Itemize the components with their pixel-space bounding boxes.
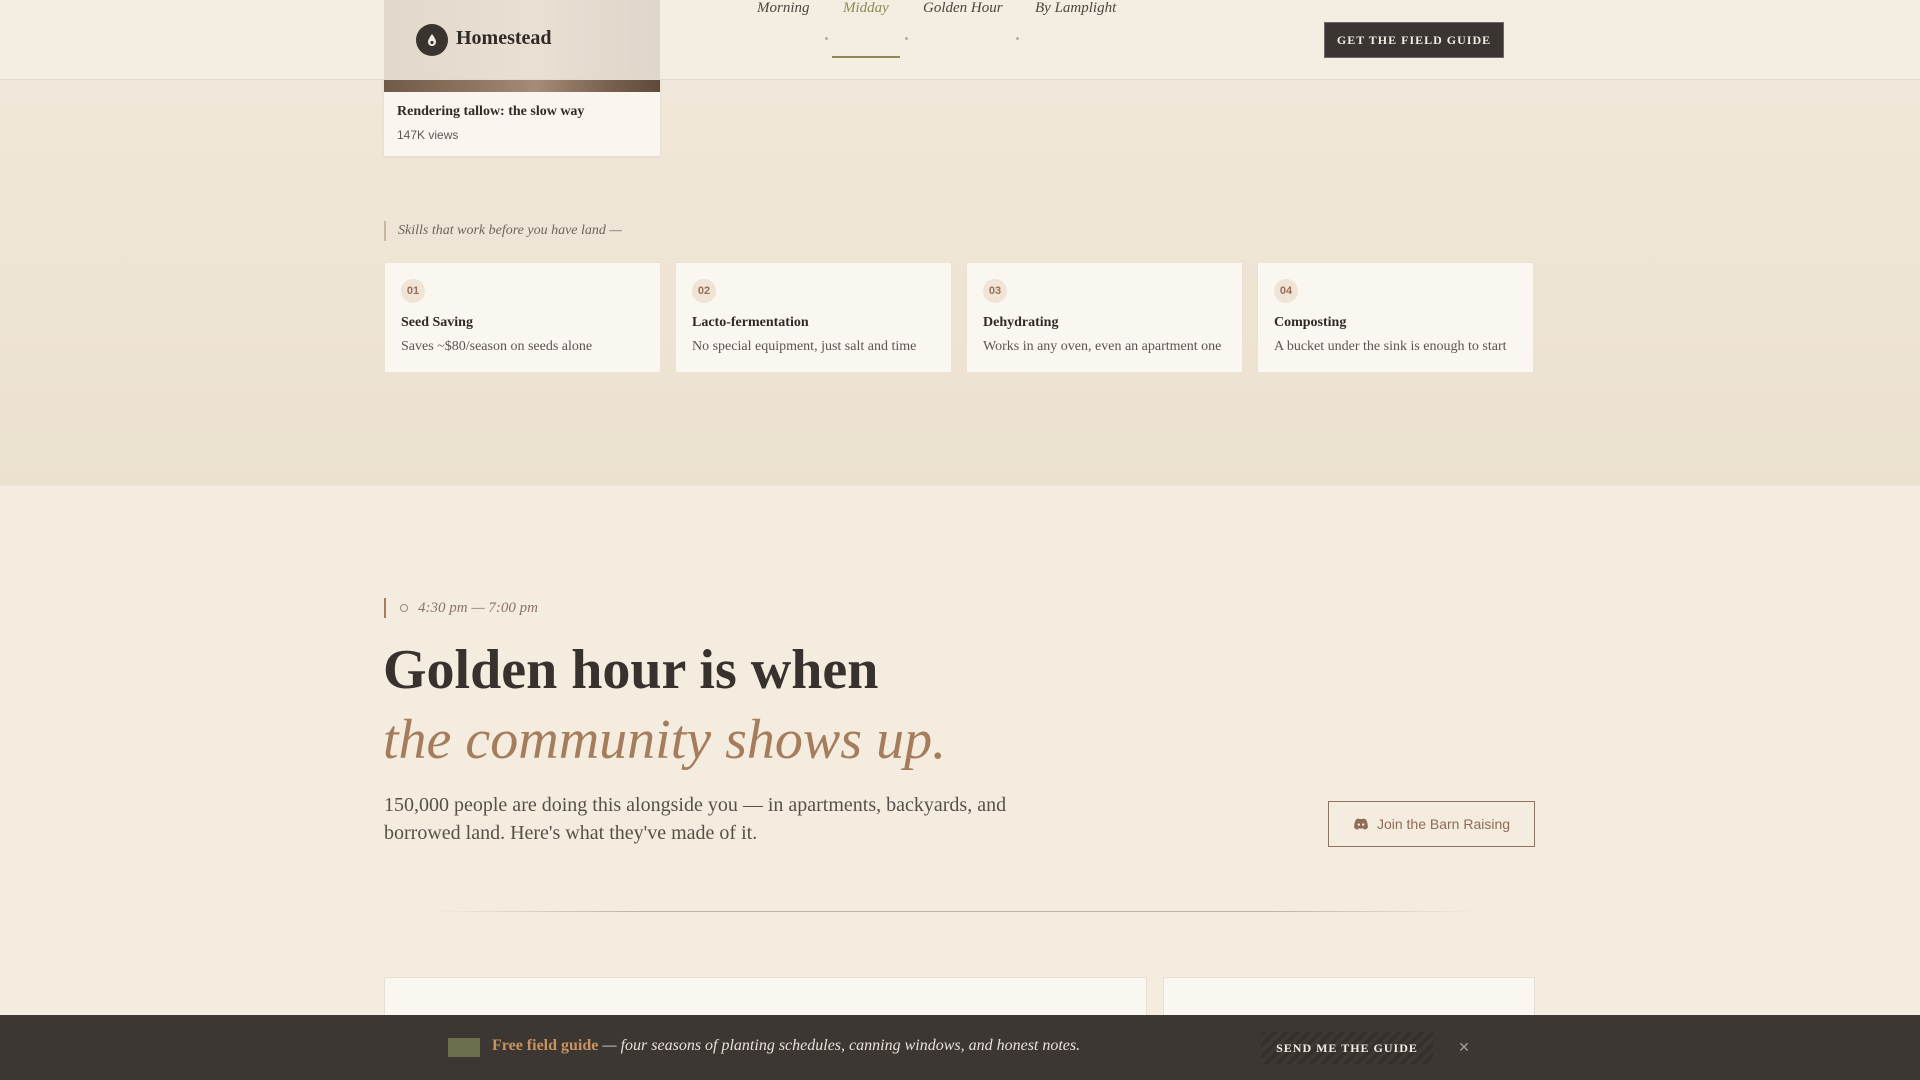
skill-card[interactable]: 01 Seed Saving Saves ~$80/season on seed… (384, 262, 661, 373)
site-header: Homestead Morning Midday Golden Hour By … (0, 0, 1920, 80)
section-intro: 150,000 people are doing this alongside … (384, 794, 1007, 844)
video-views: 147K views (397, 128, 459, 142)
sun-circle-icon (400, 604, 408, 612)
close-icon[interactable]: ✕ (1452, 1036, 1476, 1060)
nav-morning[interactable]: Morning (757, 0, 810, 17)
banner-message: Free field guide — four seasons of plant… (492, 1037, 1080, 1055)
nav-golden-hour[interactable]: Golden Hour (923, 0, 1003, 17)
skill-card[interactable]: 02 Lacto-fermentation No special equipme… (675, 262, 952, 373)
skill-description: No special equipment, just salt and time (692, 339, 917, 354)
skill-card[interactable]: 04 Composting A bucket under the sink is… (1257, 262, 1534, 373)
logo-drop-icon[interactable] (416, 24, 448, 56)
join-barn-raising-button[interactable]: Join the Barn Raising (1328, 801, 1535, 847)
banner-description: — four seasons of planting schedules, ca… (598, 1037, 1081, 1054)
nav-separator-dot (1016, 37, 1019, 40)
time-range-text: 4:30 pm — 7:00 pm (418, 600, 538, 616)
skill-title: Lacto-fermentation (692, 315, 809, 330)
nav-by-lamplight[interactable]: By Lamplight (1035, 0, 1116, 17)
skill-number: 02 (692, 279, 716, 303)
field-guide-swatch (448, 1038, 480, 1057)
skill-description: Works in any oven, even an apartment one (983, 339, 1222, 354)
skill-title: Dehydrating (983, 315, 1059, 330)
section-headline: Golden hour is when (383, 639, 879, 701)
skill-number: 01 (401, 279, 425, 303)
section-divider (430, 911, 1480, 912)
skill-card[interactable]: 03 Dehydrating Works in any oven, even a… (966, 262, 1243, 373)
get-field-guide-button[interactable]: GET THE FIELD GUIDE (1324, 22, 1504, 58)
brand-name[interactable]: Homestead (456, 27, 552, 50)
skill-number: 04 (1274, 279, 1298, 303)
discord-icon (1353, 818, 1369, 830)
nav-separator-dot (905, 37, 908, 40)
time-range-label: 4:30 pm — 7:00 pm (384, 598, 538, 618)
skill-description: A bucket under the sink is enough to sta… (1274, 339, 1507, 354)
nav-separator-dot (825, 37, 828, 40)
nav-active-indicator (832, 56, 900, 58)
banner-highlight: Free field guide (492, 1037, 599, 1054)
skill-number: 03 (983, 279, 1007, 303)
video-title[interactable]: Rendering tallow: the slow way (397, 104, 584, 120)
section-headline-accent: the community shows up. (383, 709, 947, 771)
nav-midday[interactable]: Midday (843, 0, 889, 17)
skill-title: Seed Saving (401, 315, 473, 330)
join-barn-raising-label: Join the Barn Raising (1376, 816, 1511, 832)
skill-title: Composting (1274, 315, 1347, 330)
skill-description: Saves ~$80/season on seeds alone (401, 339, 593, 354)
send-guide-button[interactable]: SEND ME THE GUIDE (1261, 1032, 1433, 1064)
skills-heading: Skills that work before you have land — (384, 221, 622, 241)
field-guide-banner: Free field guide — four seasons of plant… (0, 1015, 1920, 1080)
